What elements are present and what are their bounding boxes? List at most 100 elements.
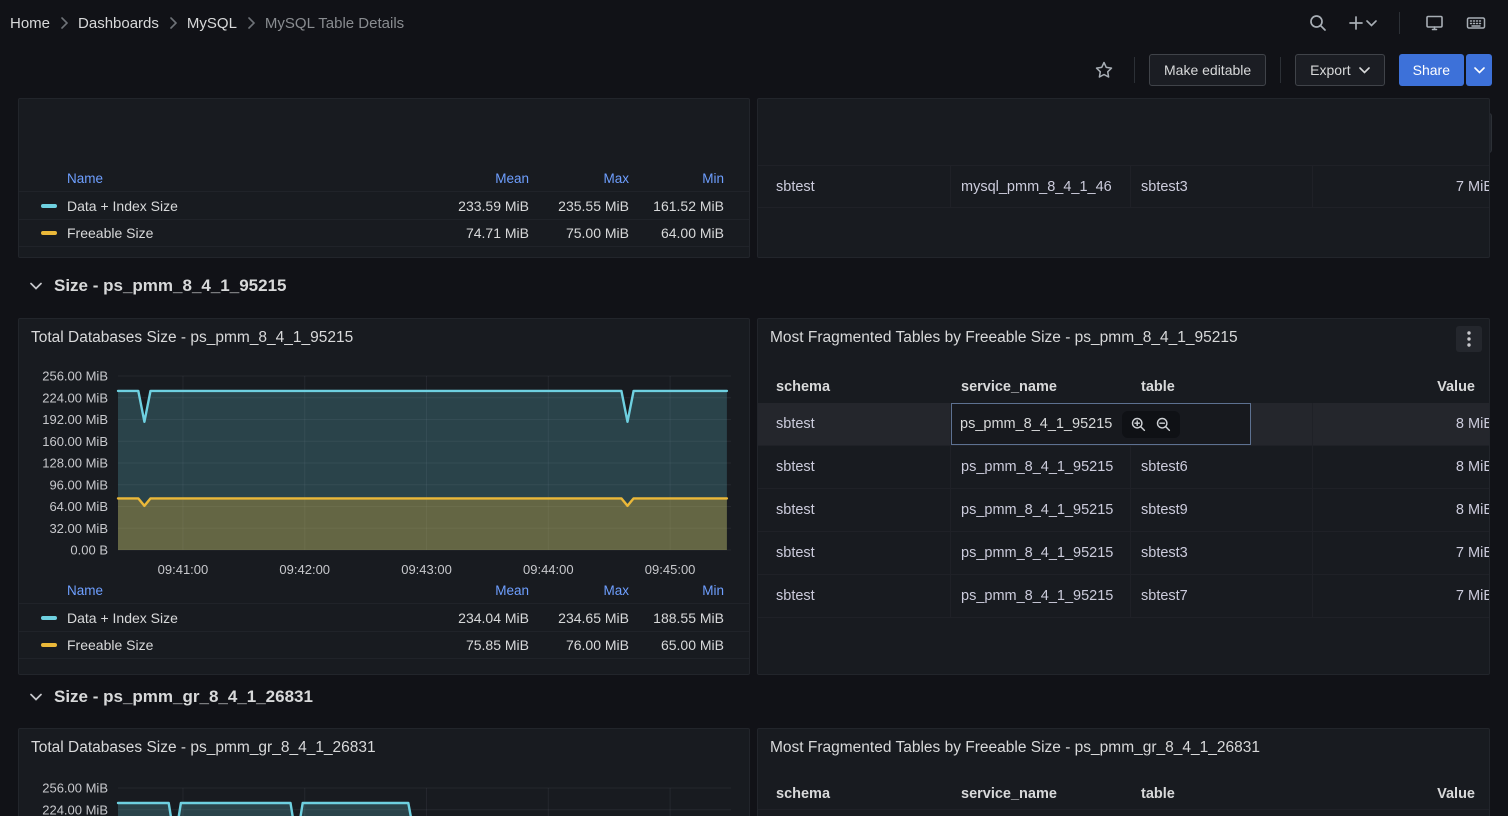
legend-header-max[interactable]: Max — [529, 171, 629, 186]
legend-min-value: 64.00 MiB — [629, 225, 724, 241]
svg-text:256.00 MiB: 256.00 MiB — [42, 781, 108, 796]
header-table[interactable]: table — [1131, 786, 1313, 802]
legend-header-mean[interactable]: Mean — [419, 171, 529, 186]
filter-for-value-icon[interactable] — [1131, 417, 1146, 432]
table-row: sbtest mysql_pmm_8_4_1_46 sbtest3 7 MiB — [758, 165, 1489, 208]
search-icon[interactable] — [1302, 7, 1334, 39]
table-cell: sbtest6 — [1131, 446, 1313, 488]
section-header-size-gr-26831[interactable]: Size - ps_pmm_gr_8_4_1_26831 — [30, 687, 313, 707]
legend-row: Freeable Size 74.71 MiB 75.00 MiB 64.00 … — [19, 219, 749, 247]
filter-out-value-icon[interactable] — [1156, 417, 1171, 432]
section-header-size-95215[interactable]: Size - ps_pmm_8_4_1_95215 — [30, 276, 287, 296]
legend-mean-value: 234.04 MiB — [419, 610, 529, 626]
legend-header-row: Name Mean Max Min — [19, 165, 749, 191]
schema-cell: sbtest — [758, 403, 951, 445]
cell-filter-actions — [1122, 411, 1180, 438]
header-service-name[interactable]: service_name — [951, 379, 1131, 395]
header-schema[interactable]: schema — [758, 786, 951, 802]
dashboard-content: Name Mean Max Min Data + Index Size 233.… — [0, 160, 1508, 816]
schema-cell: sbtest — [758, 575, 951, 617]
table-cell: sbtest3 — [1131, 532, 1313, 574]
service-name-cell: ps_pmm_8_4_1_95215 — [951, 532, 1131, 574]
legend-header-max[interactable]: Max — [529, 583, 629, 598]
top-nav-actions — [1302, 7, 1492, 39]
chevron-down-icon — [1359, 67, 1370, 74]
legend-header-mean[interactable]: Mean — [419, 583, 529, 598]
share-menu-caret-button[interactable] — [1466, 54, 1492, 86]
panel-fragmented-tables-partial: sbtest mysql_pmm_8_4_1_46 sbtest3 7 MiB — [757, 98, 1490, 258]
table-cell: sbtest9 — [1131, 489, 1313, 531]
legend-mean-value: 75.85 MiB — [419, 637, 529, 653]
breadcrumb: Home Dashboards MySQL MySQL Table Detail… — [10, 15, 404, 32]
hovered-cell-expanded: ps_pmm_8_4_1_95215 — [951, 403, 1251, 445]
value-cell: 8 MiB — [1313, 489, 1489, 531]
header-value[interactable]: Value — [1313, 379, 1489, 395]
header-value[interactable]: Value — [1313, 786, 1489, 802]
panel-title[interactable]: Total Databases Size - ps_pmm_gr_8_4_1_2… — [31, 739, 376, 757]
svg-text:128.00 MiB: 128.00 MiB — [42, 456, 108, 471]
fragmented-tables-table: schema service_name table Value — [758, 778, 1489, 810]
fragmented-tables-table: sbtest mysql_pmm_8_4_1_46 sbtest3 7 MiB — [758, 165, 1489, 208]
legend-series-name: Freeable Size — [67, 637, 153, 653]
table-row: sbtest ps_pmm_8_4_1_95215 sbtest6 8 MiB — [758, 446, 1489, 489]
top-nav: Home Dashboards MySQL MySQL Table Detail… — [0, 0, 1508, 46]
legend-table: Name Mean Max Min Data + Index Size 233.… — [19, 165, 749, 247]
svg-text:192.00 MiB: 192.00 MiB — [42, 412, 108, 427]
legend-max-value: 235.55 MiB — [529, 198, 629, 214]
table-row: sbtest ps_pmm_8_4_1_95215 sbtest7 7 MiB — [758, 575, 1489, 618]
legend-series-toggle[interactable]: Freeable Size — [41, 225, 419, 241]
breadcrumb-dashboards[interactable]: Dashboards — [78, 15, 159, 32]
panel-menu-icon[interactable] — [1456, 326, 1482, 352]
legend-series-toggle[interactable]: Data + Index Size — [41, 610, 419, 626]
legend-max-value: 76.00 MiB — [529, 637, 629, 653]
total-size-time-series-chart[interactable]: 256.00 MiB224.00 MiB192.00 MiB160.00 MiB… — [19, 369, 750, 581]
legend-max-value: 234.65 MiB — [529, 610, 629, 626]
panel-most-fragmented-tables-95215: Most Fragmented Tables by Freeable Size … — [757, 318, 1490, 675]
legend-series-name: Data + Index Size — [67, 610, 178, 626]
svg-text:09:42:00: 09:42:00 — [279, 562, 330, 577]
svg-text:224.00 MiB: 224.00 MiB — [42, 802, 108, 816]
legend-series-toggle[interactable]: Freeable Size — [41, 637, 419, 653]
header-schema[interactable]: schema — [758, 379, 951, 395]
table-cell: sbtest3 — [1131, 166, 1313, 207]
keyboard-shortcuts-icon[interactable] — [1460, 7, 1492, 39]
panel-title[interactable]: Most Fragmented Tables by Freeable Size … — [770, 329, 1238, 347]
schema-cell: sbtest — [758, 489, 951, 531]
legend-series-name: Data + Index Size — [67, 198, 178, 214]
legend-header-min[interactable]: Min — [629, 171, 724, 186]
panel-title[interactable]: Most Fragmented Tables by Freeable Size … — [770, 739, 1260, 757]
export-label: Export — [1310, 62, 1350, 78]
total-size-time-series-chart[interactable]: 256.00 MiB 224.00 MiB — [19, 773, 750, 816]
breadcrumb-home[interactable]: Home — [10, 15, 50, 32]
series-color-swatch — [41, 231, 57, 235]
value-cell: 7 MiB — [1313, 532, 1489, 574]
legend-mean-value: 233.59 MiB — [419, 198, 529, 214]
legend-header-name[interactable]: Name — [67, 171, 419, 186]
table-row: sbtest ps_pmm_8_4_1_95215 sbtest3 7 MiB — [758, 532, 1489, 575]
fragmented-tables-table: schema service_name table Value sbtest 8… — [758, 371, 1489, 618]
chevron-down-icon — [1474, 67, 1485, 74]
share-button[interactable]: Share — [1399, 54, 1464, 86]
schema-cell: sbtest — [758, 446, 951, 488]
series-color-swatch — [41, 643, 57, 647]
value-cell: 8 MiB — [1313, 446, 1489, 488]
legend-series-toggle[interactable]: Data + Index Size — [41, 198, 419, 214]
new-dashboard-button[interactable] — [1344, 15, 1381, 31]
favorite-star-icon[interactable] — [1088, 54, 1120, 86]
panel-title[interactable]: Total Databases Size - ps_pmm_8_4_1_9521… — [31, 329, 353, 347]
header-service-name[interactable]: service_name — [951, 786, 1131, 802]
make-editable-button[interactable]: Make editable — [1149, 54, 1266, 86]
legend-min-value: 188.55 MiB — [629, 610, 724, 626]
table-header-row: schema service_name table Value — [758, 778, 1489, 810]
header-table[interactable]: table — [1131, 379, 1313, 395]
service-name-cell: ps_pmm_8_4_1_95215 — [951, 575, 1131, 617]
value-cell: 7 MiB — [1313, 166, 1489, 207]
export-button[interactable]: Export — [1295, 54, 1384, 86]
legend-header-min[interactable]: Min — [629, 583, 724, 598]
legend-header-name[interactable]: Name — [67, 583, 419, 598]
breadcrumb-mysql[interactable]: MySQL — [187, 15, 237, 32]
legend-min-value: 65.00 MiB — [629, 637, 724, 653]
legend-header-row: Name Mean Max Min — [19, 577, 749, 603]
panel-total-databases-size-95215: Total Databases Size - ps_pmm_8_4_1_9521… — [18, 318, 750, 675]
kiosk-mode-icon[interactable] — [1418, 7, 1450, 39]
